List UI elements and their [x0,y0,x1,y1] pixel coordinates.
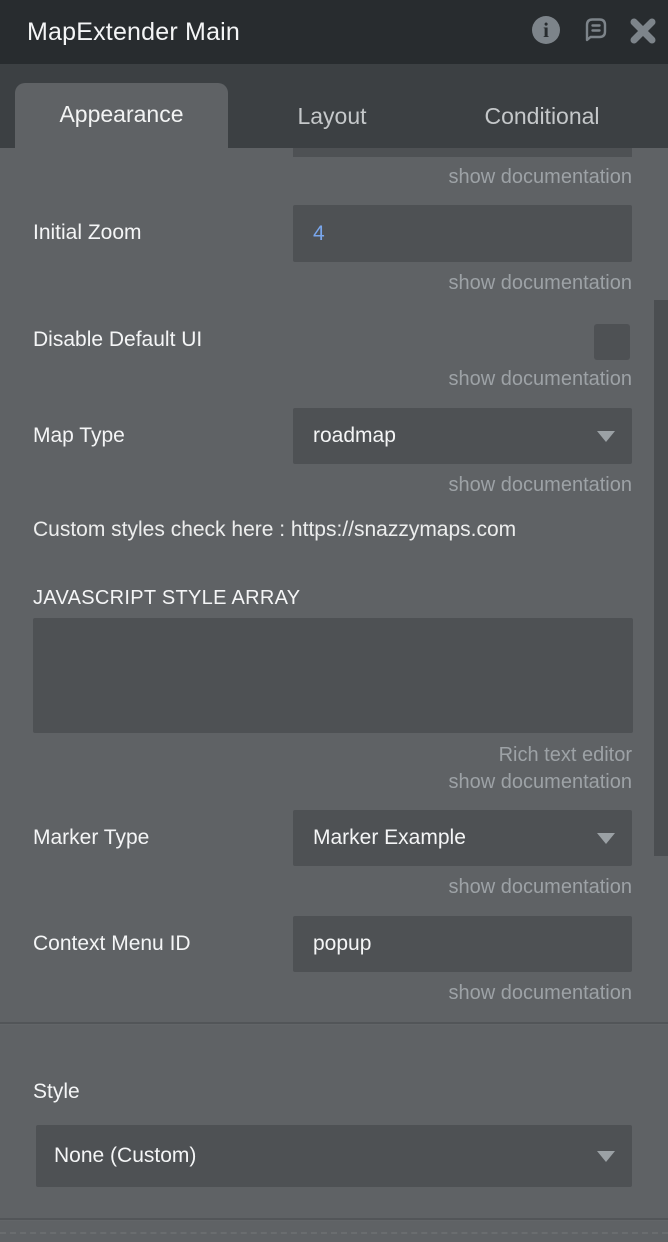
show-documentation-link[interactable]: show documentation [449,770,632,794]
chevron-down-icon [597,833,615,844]
initial-zoom-input[interactable] [293,205,632,262]
section-divider-highlight [0,1024,668,1025]
close-icon[interactable] [628,16,658,46]
show-documentation-link[interactable]: show documentation [449,473,632,497]
show-documentation-link[interactable]: show documentation [449,271,632,295]
style-value: None (Custom) [54,1125,196,1187]
marker-type-label: Marker Type [33,826,149,850]
javascript-style-array-textarea[interactable] [33,618,633,733]
property-editor-panel: MapExtender Main i Appearance Layout Con… [0,0,668,1242]
chevron-down-icon [597,431,615,442]
tab-appearance[interactable]: Appearance [15,83,228,150]
section-divider-highlight [0,1220,668,1221]
disable-default-ui-label: Disable Default UI [33,328,202,352]
initial-zoom-label: Initial Zoom [33,221,142,245]
tab-conditional[interactable]: Conditional [460,86,624,146]
scrollbar-thumb[interactable] [654,300,668,856]
dashed-drop-guide [0,1232,668,1234]
style-label: Style [33,1080,80,1104]
marker-type-value: Marker Example [313,810,466,866]
panel-header: MapExtender Main i [0,0,668,64]
comment-icon[interactable] [580,15,610,45]
map-type-dropdown[interactable]: roadmap [293,408,632,464]
chevron-down-icon [597,1151,615,1162]
clipped-field[interactable] [293,148,632,157]
info-icon[interactable]: i [532,16,562,46]
context-menu-id-input[interactable] [293,916,632,972]
tab-layout[interactable]: Layout [260,86,404,146]
show-documentation-link[interactable]: show documentation [449,367,632,391]
rich-text-editor-link[interactable]: Rich text editor [499,743,632,767]
marker-type-dropdown[interactable]: Marker Example [293,810,632,866]
style-dropdown[interactable]: None (Custom) [36,1125,632,1187]
panel-title: MapExtender Main [27,0,240,64]
custom-styles-note: Custom styles check here : https://snazz… [33,518,516,542]
map-type-label: Map Type [33,424,125,448]
context-menu-id-label: Context Menu ID [33,932,191,956]
show-documentation-link[interactable]: show documentation [449,981,632,1005]
map-type-value: roadmap [313,408,396,464]
javascript-style-array-label: JAVASCRIPT STYLE ARRAY [33,586,300,610]
show-documentation-link[interactable]: show documentation [449,165,632,189]
disable-default-ui-checkbox[interactable] [594,324,630,360]
show-documentation-link[interactable]: show documentation [449,875,632,899]
